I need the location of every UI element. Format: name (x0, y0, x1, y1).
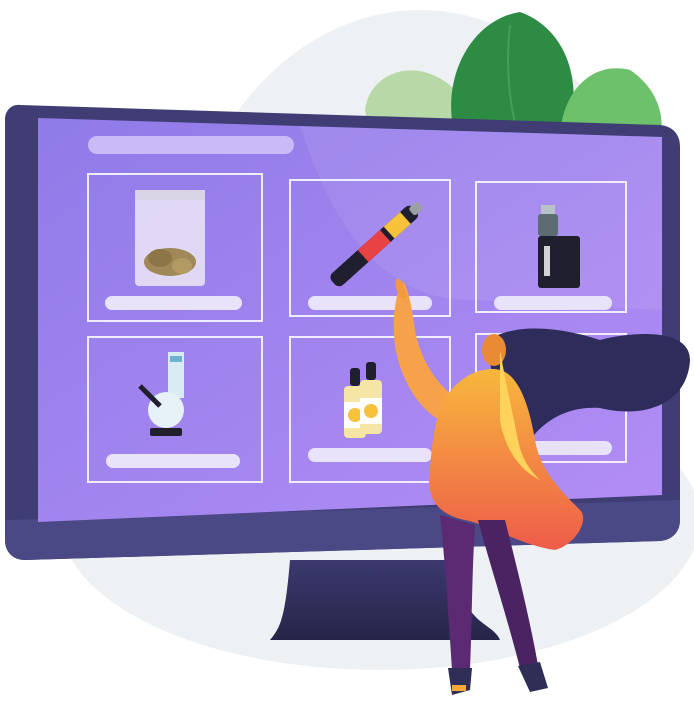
right-shoe (518, 662, 548, 692)
bag-icon (135, 190, 205, 286)
illustration-scene (0, 0, 694, 702)
screen-header-bar (88, 136, 294, 154)
card-label-bar (105, 296, 242, 310)
illustration-canvas (5, 10, 694, 695)
shoe-accent (452, 685, 466, 691)
card-label-bar (494, 296, 612, 310)
head (482, 334, 506, 366)
card-label-bar (106, 454, 240, 468)
card-label-bar (308, 448, 432, 462)
card-label-bar (308, 296, 432, 310)
